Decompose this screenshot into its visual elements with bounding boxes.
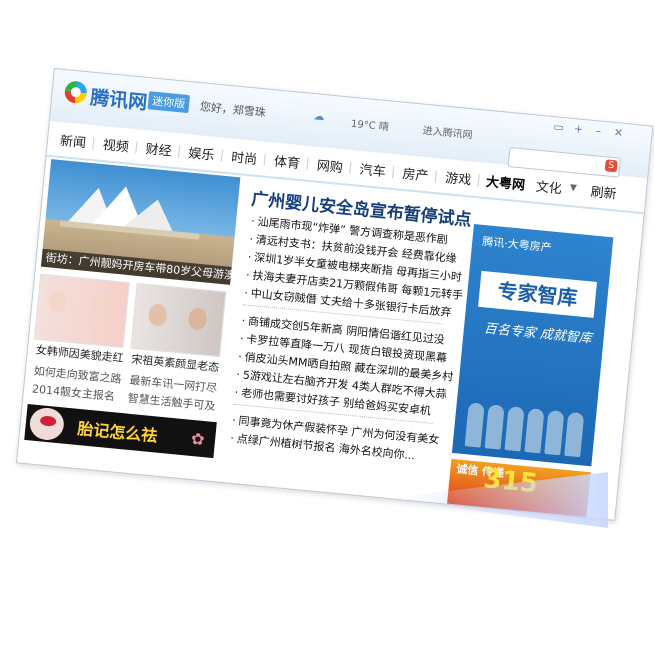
weather-temp: 19°C 晴	[350, 118, 390, 134]
ad-logo: 腾讯·大粤房产	[481, 234, 553, 255]
nav-separator	[349, 161, 352, 174]
person-icon	[484, 404, 505, 450]
tab-entertainment[interactable]: 娱乐	[188, 142, 216, 163]
bullet-icon: ·	[247, 250, 252, 264]
bullet-icon: ·	[241, 314, 246, 328]
tab-fashion[interactable]: 时尚	[230, 146, 258, 167]
face-icon	[47, 289, 68, 314]
tab-dayue[interactable]: 大粤网	[485, 171, 526, 194]
tab-house[interactable]: 房产	[402, 163, 430, 184]
nav-separator	[306, 157, 309, 170]
bullet-icon: ·	[248, 232, 254, 246]
enter-portal-link[interactable]: 进入腾讯网	[422, 122, 473, 142]
person-icon	[464, 402, 485, 448]
nav-separator	[92, 137, 95, 150]
bullet-icon: ·	[245, 268, 251, 282]
refresh-button[interactable]: 刷新	[590, 181, 618, 202]
close-icon[interactable]: ✕	[611, 126, 626, 140]
tab-finance[interactable]: 财经	[145, 138, 173, 159]
nav-separator	[434, 170, 437, 183]
message-icon[interactable]: ▭	[551, 120, 566, 134]
bullet-icon: ·	[231, 413, 237, 427]
tab-shopping[interactable]: 网购	[316, 155, 344, 176]
nav-separator	[220, 149, 223, 162]
birthmark-ad[interactable]: 胎记怎么祛 ✿	[24, 404, 217, 459]
bullet-icon: ·	[229, 431, 235, 445]
add-icon[interactable]: +	[571, 122, 586, 136]
search-icon[interactable]: S	[604, 159, 618, 173]
person-icon	[504, 406, 525, 452]
person-icon	[544, 409, 565, 456]
bullet-icon: ·	[234, 385, 239, 400]
weather-icon: ☁	[313, 109, 326, 124]
thumbnail-teacher[interactable]	[33, 273, 130, 348]
ad-text: 胎记怎么祛	[76, 418, 159, 446]
chevron-down-icon[interactable]: ▼	[569, 183, 577, 194]
bullet-icon: ·	[239, 332, 245, 346]
tab-news[interactable]: 新闻	[59, 130, 87, 151]
nav-separator	[135, 141, 138, 154]
person-icon	[524, 408, 545, 454]
ad-subline: 百名专家 成就智库	[483, 321, 593, 347]
browser-window: 腾讯网 迷你版 您好，郑雪珠 ☁ 19°C 晴 进入腾讯网 ▭ + – ✕ S …	[15, 68, 654, 521]
bullet-icon: ·	[235, 367, 241, 382]
edition-badge: 迷你版	[147, 91, 191, 114]
expert-ad-panel[interactable]: 腾讯·大粤房产 专家智库 百名专家 成就智库	[451, 223, 614, 467]
opera-house-icon	[59, 186, 200, 240]
face-icon	[89, 293, 110, 318]
face-icon	[187, 307, 208, 331]
nav-separator	[477, 174, 480, 187]
tab-auto[interactable]: 汽车	[359, 159, 387, 180]
person-icon	[564, 411, 585, 458]
tab-culture[interactable]: 文化	[535, 176, 563, 197]
ad-headline: 专家智库	[478, 270, 597, 318]
nav-separator	[178, 145, 181, 158]
bullet-icon: ·	[237, 350, 243, 364]
brand-name: 腾讯网	[89, 86, 149, 115]
bullet-icon: ·	[243, 286, 249, 300]
face-icon	[147, 303, 168, 327]
nav-separator	[392, 165, 395, 178]
tab-video[interactable]: 视频	[102, 134, 130, 155]
tab-sports[interactable]: 体育	[273, 151, 301, 172]
flower-icon: ✿	[190, 428, 206, 450]
qq-logo-icon	[63, 80, 88, 105]
feature-photo[interactable]: 街坊：广州靓妈开房车带80岁父母游澳洲	[40, 159, 241, 285]
minimize-icon[interactable]: –	[591, 124, 606, 138]
tab-games[interactable]: 游戏	[444, 167, 472, 188]
greeting-text: 您好，郑雪珠	[199, 100, 267, 120]
thumbnail-song[interactable]	[130, 282, 227, 358]
nav-separator	[263, 153, 266, 166]
bullet-icon: ·	[250, 214, 256, 228]
